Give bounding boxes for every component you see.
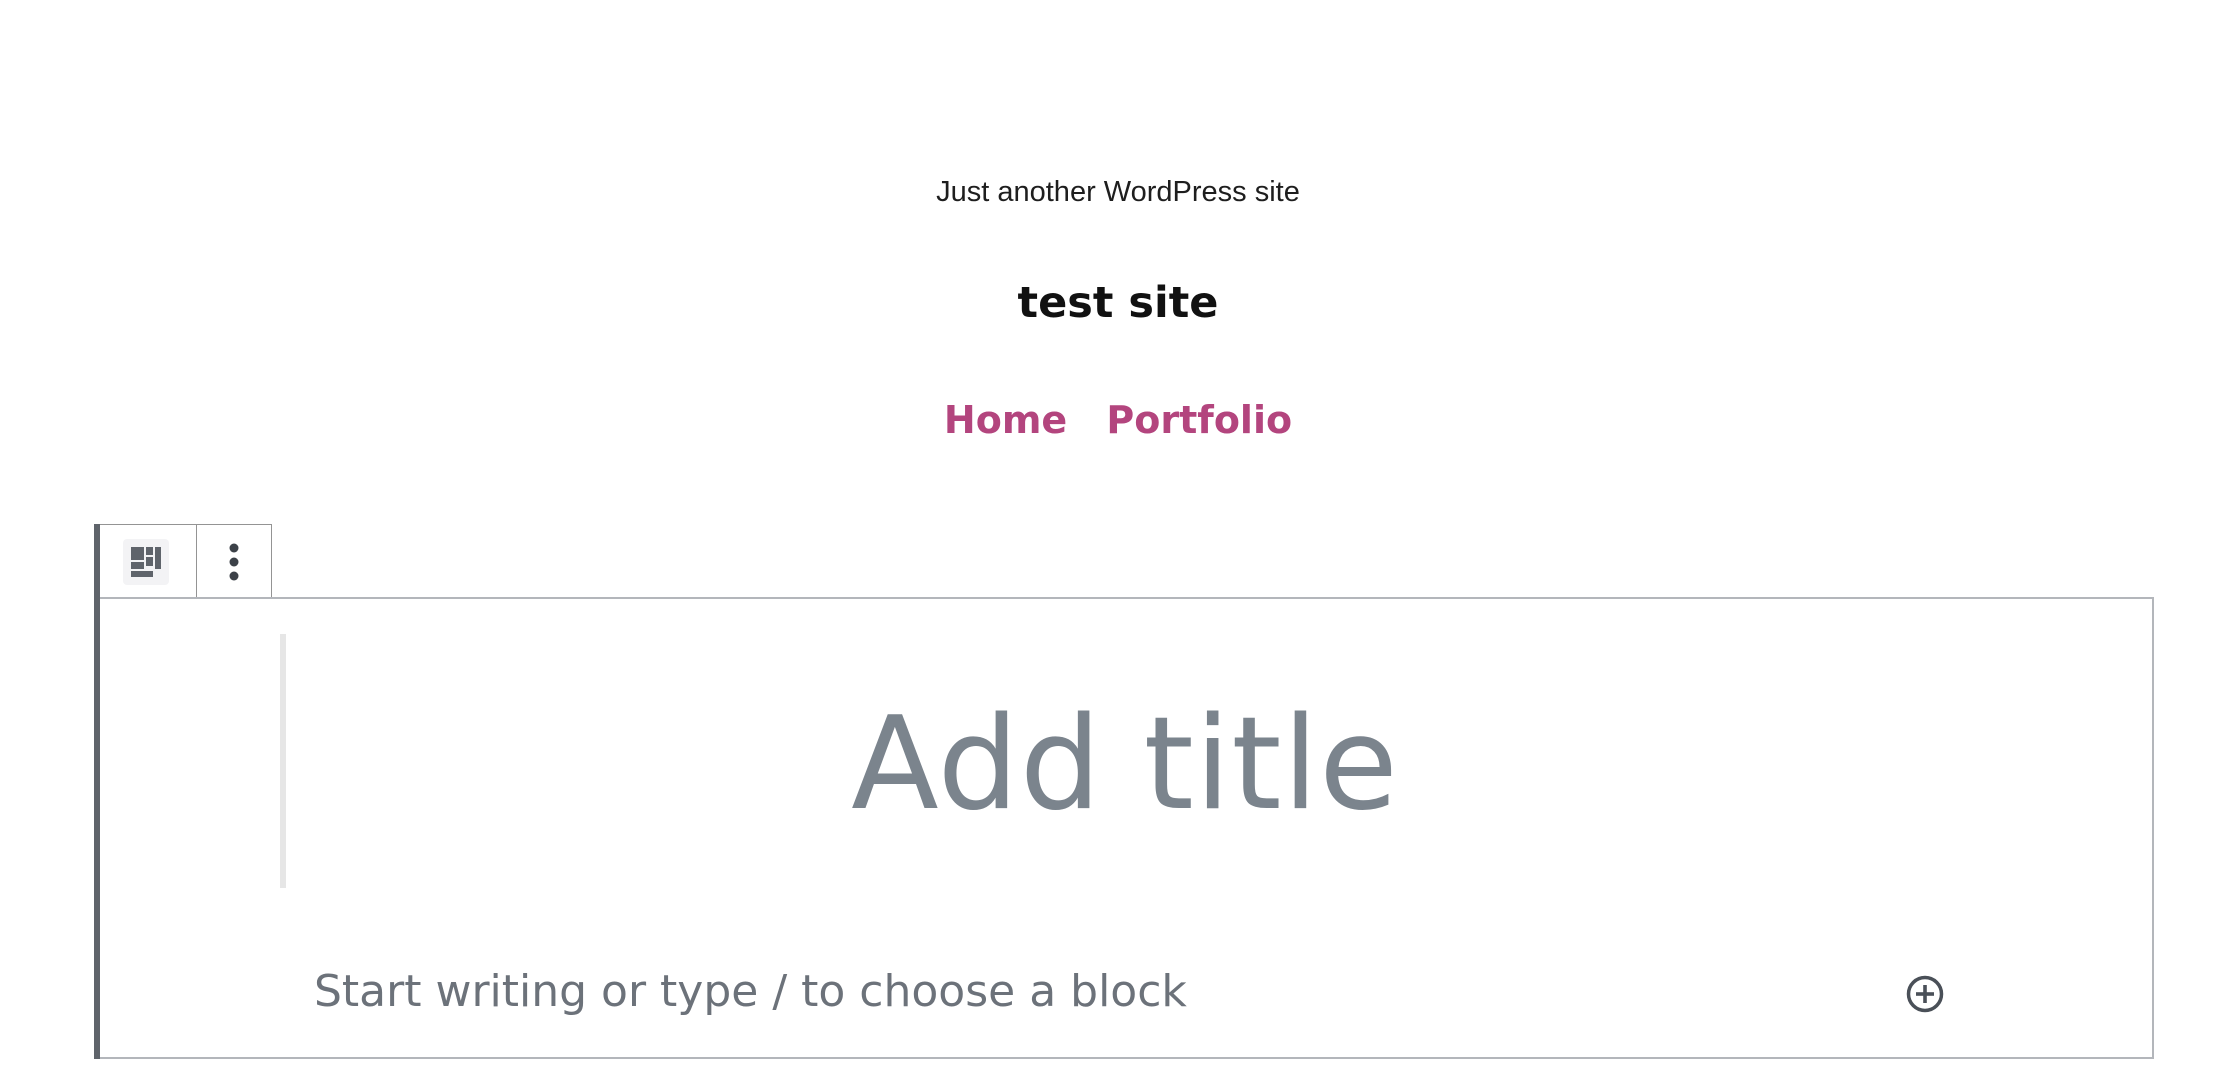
block-inserter-button[interactable] bbox=[1905, 974, 1945, 1014]
site-title[interactable]: test site bbox=[0, 278, 2236, 328]
add-block-icon bbox=[1906, 975, 1944, 1013]
block-icon-background bbox=[122, 539, 169, 585]
block-toolbar bbox=[94, 524, 272, 599]
more-vertical-icon bbox=[229, 543, 239, 581]
template-part-icon bbox=[130, 547, 161, 577]
block-type-button[interactable] bbox=[95, 525, 197, 599]
block-options-button[interactable] bbox=[197, 525, 271, 599]
editor-canvas: Just another WordPress site test site Ho… bbox=[0, 0, 2236, 1084]
title-caret-rule bbox=[280, 634, 286, 888]
paragraph-placeholder[interactable]: Start writing or type / to choose a bloc… bbox=[314, 966, 1187, 1017]
site-tagline: Just another WordPress site bbox=[936, 176, 1300, 208]
nav-link-portfolio[interactable]: Portfolio bbox=[1106, 398, 1292, 442]
post-title-field[interactable]: Add title bbox=[300, 690, 1950, 840]
nav-link-home[interactable]: Home bbox=[944, 398, 1067, 442]
site-navigation: Home Portfolio bbox=[0, 398, 2236, 442]
block-selection-rail bbox=[94, 524, 100, 1059]
